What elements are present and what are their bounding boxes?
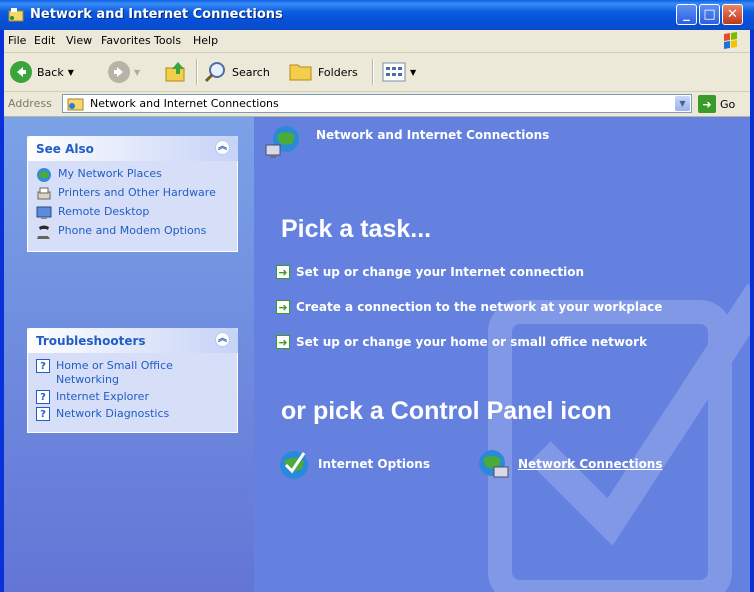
chevron-down-icon[interactable]: ▼ (68, 68, 74, 77)
task-workplace-connection[interactable]: ➜ Create a connection to the network at … (276, 300, 662, 314)
link-remote-desktop[interactable]: Remote Desktop (36, 205, 233, 221)
see-also-item-label: Printers and Other Hardware (58, 186, 216, 199)
troubleshooters-title: Troubleshooters (36, 334, 146, 348)
network-folder-icon (8, 8, 24, 22)
collapse-icon[interactable]: ︽ (215, 332, 230, 347)
troubleshooters-panel: Troubleshooters ︽ ? Home or Small Office… (27, 328, 238, 433)
see-also-title: See Also (36, 142, 94, 156)
see-also-item-label: Remote Desktop (58, 205, 150, 218)
link-home-networking[interactable]: ? Home or Small Office Networking (36, 359, 233, 387)
link-my-network-places[interactable]: My Network Places (36, 167, 233, 183)
internet-options-label: Internet Options (318, 457, 430, 471)
explorer-window: Network and Internet Connections _ □ ✕ F… (0, 0, 754, 592)
forward-arrow-icon (108, 61, 130, 83)
views-icon (382, 62, 406, 82)
toolbar-separator (372, 59, 374, 85)
folders-label: Folders (318, 65, 358, 79)
see-also-panel: See Also ︽ My Network Places Printers an… (27, 136, 238, 252)
views-button[interactable]: ▼ (382, 59, 416, 85)
search-icon (204, 62, 225, 83)
see-also-item-label: My Network Places (58, 167, 162, 180)
internet-options-icon-link[interactable]: Internet Options (276, 447, 430, 481)
link-network-diagnostics[interactable]: ? Network Diagnostics (36, 407, 233, 421)
search-label: Search (232, 65, 270, 79)
menu-help[interactable]: Help (193, 34, 218, 47)
menu-tools[interactable]: Tools (154, 34, 181, 47)
help-icon: ? (36, 390, 50, 404)
network-folder-icon (67, 98, 84, 111)
collapse-icon[interactable]: ︽ (215, 140, 230, 155)
close-button[interactable]: ✕ (722, 4, 743, 25)
chevron-down-icon[interactable]: ▼ (410, 68, 416, 77)
phone-icon (37, 225, 50, 239)
toolbar-separator (196, 59, 198, 85)
internet-options-icon (280, 451, 308, 479)
category-title: Network and Internet Connections (316, 128, 550, 142)
network-connections-icon-link[interactable]: Network Connections (476, 447, 663, 481)
task-label: Set up or change your home or small offi… (296, 335, 648, 349)
go-arrow-icon: ➜ (698, 95, 716, 113)
network-globe-icon (265, 126, 299, 158)
green-arrow-icon: ➜ (276, 300, 290, 314)
network-connections-label: Network Connections (518, 457, 663, 471)
remote-desktop-icon (36, 206, 52, 219)
chevron-down-icon[interactable]: ▼ (134, 68, 140, 77)
printer-icon (37, 187, 51, 200)
back-label: Back (37, 65, 64, 79)
address-label: Address (8, 97, 52, 110)
folders-button[interactable]: Folders (289, 59, 358, 85)
task-label: Set up or change your Internet connectio… (296, 265, 584, 279)
green-arrow-icon: ➜ (276, 335, 290, 349)
main-pane: Network and Internet Connections Pick a … (254, 117, 750, 592)
search-button[interactable]: Search (204, 59, 270, 85)
menu-edit[interactable]: Edit (34, 34, 55, 47)
forward-button[interactable]: ▼ (108, 59, 140, 85)
title-bar[interactable]: Network and Internet Connections _ □ ✕ (0, 0, 754, 30)
back-arrow-icon (10, 61, 32, 83)
back-button[interactable]: Back ▼ (10, 59, 74, 85)
help-icon: ? (36, 407, 50, 421)
see-also-body: My Network Places Printers and Other Har… (27, 161, 238, 252)
folder-icon (289, 64, 312, 81)
link-printers-and-other-hardware[interactable]: Printers and Other Hardware (36, 186, 233, 202)
globe-icon (37, 168, 51, 182)
category-header: Network and Internet Connections (264, 123, 549, 161)
menu-favorites[interactable]: Favorites (101, 34, 151, 47)
troubleshooter-item-label: Home or Small Office Networking (56, 359, 173, 386)
troubleshooter-item-label: Internet Explorer (56, 390, 149, 403)
task-home-network[interactable]: ➜ Set up or change your home or small of… (276, 335, 647, 349)
network-connections-icon (479, 450, 509, 478)
go-label: Go (720, 97, 736, 111)
toolbar: Back ▼ ▼ Search Folders ▼ (4, 53, 750, 92)
see-also-header[interactable]: See Also ︽ (27, 136, 238, 161)
go-button[interactable]: ➜ Go (698, 94, 735, 114)
troubleshooter-item-label: Network Diagnostics (56, 407, 170, 420)
menu-bar: File Edit View Favorites Tools Help (4, 30, 750, 53)
task-internet-connection[interactable]: ➜ Set up or change your Internet connect… (276, 265, 584, 279)
pick-icon-heading: or pick a Control Panel icon (281, 397, 612, 425)
minimize-button[interactable]: _ (676, 4, 697, 25)
link-internet-explorer[interactable]: ? Internet Explorer (36, 390, 233, 404)
maximize-button[interactable]: □ (699, 4, 720, 25)
address-input[interactable]: Network and Internet Connections ▼ (62, 94, 692, 113)
content-area: See Also ︽ My Network Places Printers an… (4, 117, 750, 592)
window-title: Network and Internet Connections (30, 7, 283, 22)
help-icon: ? (36, 359, 50, 373)
address-value: Network and Internet Connections (90, 97, 279, 110)
task-label: Create a connection to the network at yo… (296, 300, 663, 314)
pick-task-heading: Pick a task... (281, 215, 432, 243)
task-pane: See Also ︽ My Network Places Printers an… (4, 117, 254, 592)
up-folder-button[interactable] (164, 59, 188, 85)
up-folder-icon (165, 62, 185, 82)
windows-logo-icon (718, 32, 744, 50)
menu-file[interactable]: File (8, 34, 26, 47)
link-phone-and-modem-options[interactable]: Phone and Modem Options (36, 224, 233, 240)
menu-view[interactable]: View (66, 34, 92, 47)
troubleshooters-body: ? Home or Small Office Networking ? Inte… (27, 353, 238, 433)
address-bar: Address Network and Internet Connections… (4, 92, 750, 117)
see-also-item-label: Phone and Modem Options (58, 224, 207, 237)
chevron-down-icon[interactable]: ▼ (675, 96, 690, 111)
troubleshooters-header[interactable]: Troubleshooters ︽ (27, 328, 238, 353)
green-arrow-icon: ➜ (276, 265, 290, 279)
